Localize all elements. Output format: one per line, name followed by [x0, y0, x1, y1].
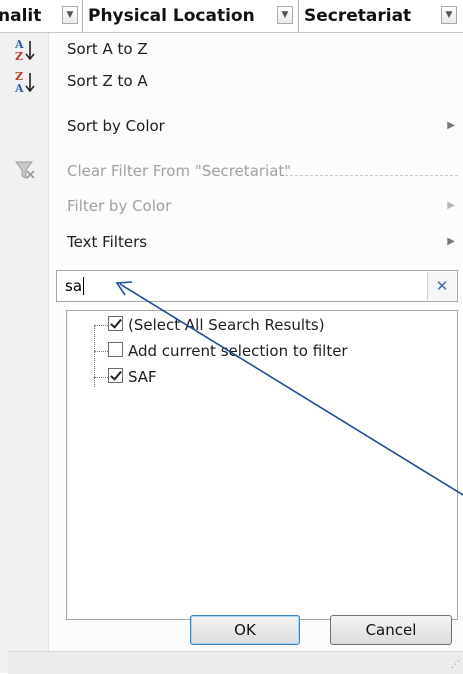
- list-item-saf[interactable]: SAF: [108, 366, 157, 388]
- cancel-button[interactable]: Cancel: [330, 615, 452, 645]
- sort-descending-icon: Z A: [14, 70, 35, 95]
- tree-connector: [94, 377, 108, 378]
- ok-button[interactable]: OK: [190, 615, 300, 645]
- menu-item-label: Filter by Color: [67, 197, 172, 215]
- list-item-label: Add current selection to filter: [128, 342, 348, 360]
- resize-grip-icon[interactable]: ⋰: [451, 660, 460, 670]
- header-separator: [298, 0, 299, 32]
- search-input[interactable]: [65, 275, 405, 297]
- header-dropdown-partial[interactable]: ▼: [62, 6, 78, 24]
- header-cell-physical-location: Physical Location: [88, 6, 255, 26]
- submenu-arrow-icon: ▶: [447, 236, 455, 247]
- checkbox[interactable]: [108, 342, 123, 357]
- svg-text:Z: Z: [15, 50, 23, 63]
- menu-item-label: Text Filters: [67, 233, 148, 251]
- menu-item-label: Sort Z to A: [67, 72, 148, 90]
- list-item-add-current-selection[interactable]: Add current selection to filter: [108, 340, 348, 362]
- menu-icon-gutter: [0, 33, 49, 673]
- autofilter-menu: A Z Sort A to Z Z A Sort Z to A Sort by …: [0, 33, 463, 674]
- clear-search-icon[interactable]: ✕: [427, 272, 456, 300]
- header-cell-partial: nalit: [0, 6, 42, 26]
- header-dropdown-secretariat[interactable]: ▼: [441, 6, 457, 24]
- clear-filter-icon: [15, 161, 35, 179]
- svg-text:A: A: [14, 82, 24, 95]
- list-item-label: SAF: [128, 368, 157, 386]
- checkbox[interactable]: [108, 368, 123, 383]
- menu-item-label: Clear Filter From "Secretariat": [67, 162, 292, 180]
- submenu-arrow-icon: ▶: [447, 120, 455, 131]
- filter-values-list: (Select All Search Results) Add current …: [66, 310, 458, 620]
- menu-item-label: Sort A to Z: [67, 40, 148, 58]
- column-header-row: nalit ▼ Physical Location ▼ Secretariat …: [0, 0, 463, 33]
- menu-item-label: Sort by Color: [67, 117, 165, 135]
- list-item-select-all[interactable]: (Select All Search Results): [108, 314, 325, 336]
- menu-item-sort-by-color[interactable]: Sort by Color ▶: [48, 110, 463, 142]
- menu-item-clear-filter[interactable]: Clear Filter From "Secretariat": [48, 155, 463, 187]
- menu-item-sort-a-to-z[interactable]: Sort A to Z: [48, 33, 463, 65]
- tree-connector: [94, 325, 108, 326]
- header-dropdown-physical-location[interactable]: ▼: [277, 6, 293, 24]
- tree-connector: [94, 351, 108, 352]
- filter-search-box: ✕: [56, 270, 458, 302]
- resize-strip: ⋰: [8, 651, 463, 674]
- header-separator: [82, 0, 83, 32]
- menu-item-text-filters[interactable]: Text Filters ▶: [48, 226, 463, 258]
- checkbox[interactable]: [108, 316, 123, 331]
- menu-item-filter-by-color[interactable]: Filter by Color ▶: [48, 190, 463, 222]
- menu-item-sort-z-to-a[interactable]: Sort Z to A: [48, 65, 463, 97]
- sort-ascending-icon: A Z: [14, 38, 35, 63]
- text-caret: [83, 277, 84, 295]
- header-cell-secretariat: Secretariat: [304, 6, 412, 26]
- list-item-label: (Select All Search Results): [128, 316, 325, 334]
- submenu-arrow-icon: ▶: [447, 200, 455, 211]
